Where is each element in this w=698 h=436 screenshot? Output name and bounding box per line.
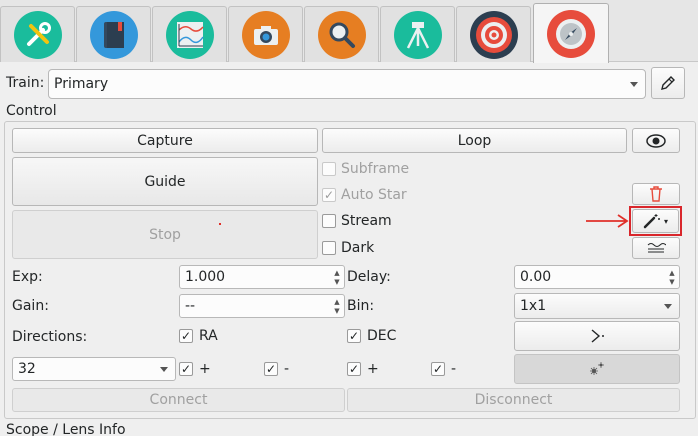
- tab-capture[interactable]: [228, 6, 303, 62]
- stream-checkbox[interactable]: [322, 214, 336, 228]
- ra-minus-checkbox[interactable]: ✓: [264, 362, 278, 376]
- camera-icon: [241, 10, 290, 59]
- chevron-right-icon: [591, 329, 604, 343]
- directions-label: Directions:: [12, 329, 88, 345]
- delay-spinbox[interactable]: 0.00 ▲ ▼: [514, 265, 680, 289]
- wave-icon: [647, 243, 666, 253]
- auto-star-option[interactable]: ✓ Auto Star: [322, 187, 407, 203]
- bin-value: 1x1: [520, 298, 547, 314]
- spin-arrows-icon[interactable]: ▲ ▼: [332, 268, 342, 286]
- eye-icon: [646, 133, 666, 148]
- train-value: Primary: [54, 76, 109, 92]
- tab-mount[interactable]: [456, 6, 531, 62]
- dec-plus-label: +: [367, 361, 379, 377]
- exp-spinbox[interactable]: 1.000 ▲ ▼: [179, 265, 345, 289]
- dec-minus-option[interactable]: ✓ -: [431, 361, 456, 377]
- capture-button[interactable]: Capture: [12, 128, 318, 153]
- star-calibration-button[interactable]: [514, 354, 680, 384]
- guide-button[interactable]: Guide: [12, 157, 318, 206]
- ra-plus-checkbox[interactable]: ✓: [179, 362, 193, 376]
- delay-label: Delay:: [347, 269, 391, 285]
- wizard-button[interactable]: ▾: [632, 209, 679, 233]
- ra-option[interactable]: ✓ RA: [179, 328, 218, 344]
- ra-checkbox[interactable]: ✓: [179, 329, 193, 343]
- clear-calibration-button[interactable]: [632, 183, 680, 205]
- view-target-button[interactable]: [632, 128, 680, 153]
- stars-icon: [590, 362, 604, 375]
- loop-button[interactable]: Loop: [322, 128, 627, 153]
- dec-guide-mode-button[interactable]: [514, 321, 680, 351]
- auto-star-checkbox[interactable]: ✓: [322, 188, 336, 202]
- chevron-down-icon: [630, 82, 638, 87]
- compass-icon: [547, 9, 595, 58]
- guide-label: Guide: [144, 173, 186, 190]
- exp-label: Exp:: [12, 269, 43, 285]
- subframe-checkbox[interactable]: [322, 162, 336, 176]
- stream-label: Stream: [341, 213, 392, 229]
- gain-value: --: [185, 298, 196, 314]
- ra-plus-option[interactable]: ✓ +: [179, 361, 211, 377]
- connect-label: Connect: [149, 392, 208, 408]
- annotation-dot: [219, 223, 221, 225]
- dec-label: DEC: [367, 328, 397, 344]
- train-select[interactable]: Primary: [48, 69, 646, 99]
- disconnect-button[interactable]: Disconnect: [347, 388, 680, 412]
- chevron-down-icon: [160, 367, 168, 372]
- chart-icon: [165, 10, 214, 59]
- pulse-select[interactable]: 32: [12, 357, 176, 381]
- chevron-down-icon: [664, 304, 672, 309]
- dec-plus-option[interactable]: ✓ +: [347, 361, 379, 377]
- disconnect-label: Disconnect: [474, 392, 553, 408]
- target-icon: [469, 10, 518, 59]
- subframe-option[interactable]: Subframe: [322, 161, 409, 177]
- dec-checkbox[interactable]: ✓: [347, 329, 361, 343]
- dec-option[interactable]: ✓ DEC: [347, 328, 396, 344]
- ra-plus-label: +: [199, 361, 211, 377]
- tab-setup[interactable]: [0, 6, 75, 62]
- control-section-title: Control: [6, 103, 57, 119]
- stop-button[interactable]: Stop: [12, 210, 318, 259]
- annotation-arrow-icon: [586, 214, 629, 228]
- train-label: Train:: [6, 75, 45, 91]
- dark-checkbox[interactable]: [322, 241, 336, 255]
- tab-analyze[interactable]: [152, 6, 227, 62]
- book-icon: [89, 10, 138, 59]
- gain-label: Gain:: [12, 298, 49, 314]
- dark-library-button[interactable]: [632, 237, 680, 259]
- ra-minus-option[interactable]: ✓ -: [264, 361, 289, 377]
- auto-star-label: Auto Star: [341, 187, 407, 203]
- dark-option[interactable]: Dark: [322, 240, 374, 256]
- chevron-down-icon: ▾: [663, 216, 668, 226]
- magic-wand-icon: [643, 214, 660, 229]
- dark-label: Dark: [341, 240, 375, 256]
- exp-value: 1.000: [185, 269, 226, 285]
- edit-train-button[interactable]: [651, 67, 685, 99]
- stream-option[interactable]: Stream: [322, 213, 392, 229]
- tripod-icon: [393, 10, 442, 59]
- tools-icon: [13, 10, 62, 59]
- delay-value: 0.00: [520, 269, 552, 285]
- dec-minus-checkbox[interactable]: ✓: [431, 362, 445, 376]
- ra-minus-label: -: [284, 361, 290, 377]
- scope-lens-section-title: Scope / Lens Info: [6, 422, 126, 436]
- tab-logbook[interactable]: [76, 6, 151, 62]
- spin-arrows-icon[interactable]: ▲ ▼: [332, 297, 342, 315]
- tab-guide[interactable]: [533, 3, 609, 63]
- tab-align[interactable]: [380, 6, 455, 62]
- pencil-icon: [661, 76, 675, 90]
- gain-spinbox[interactable]: -- ▲ ▼: [179, 294, 345, 318]
- bin-label: Bin:: [347, 298, 375, 314]
- spin-arrows-icon[interactable]: ▲ ▼: [667, 268, 677, 286]
- pulse-value: 32: [18, 361, 36, 377]
- ra-label: RA: [199, 328, 218, 344]
- loop-label: Loop: [457, 132, 492, 149]
- connect-button[interactable]: Connect: [12, 388, 345, 412]
- tab-focus[interactable]: [304, 6, 379, 62]
- dec-minus-label: -: [451, 361, 457, 377]
- search-icon: [317, 10, 366, 59]
- subframe-label: Subframe: [341, 161, 410, 177]
- dec-plus-checkbox[interactable]: ✓: [347, 362, 361, 376]
- bin-select[interactable]: 1x1: [514, 293, 680, 319]
- trash-icon: [650, 186, 662, 202]
